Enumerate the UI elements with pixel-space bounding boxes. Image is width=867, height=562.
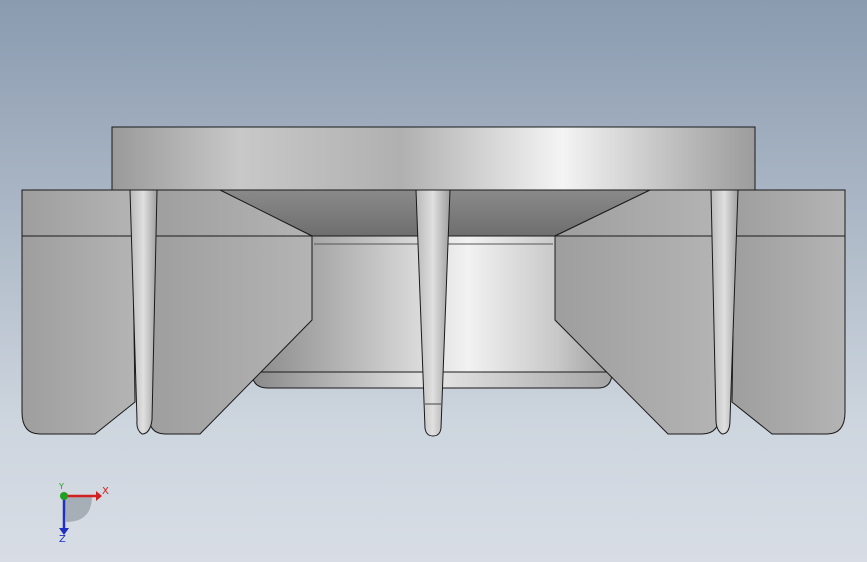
y-axis-icon [60, 492, 68, 500]
rib-center [415, 189, 451, 437]
blade-right-outer [731, 189, 846, 435]
blade-left-inner [147, 189, 313, 435]
triad-shading-icon [64, 496, 92, 522]
blade-right-inner [554, 189, 721, 435]
cad-part-front-view-icon[interactable] [0, 0, 867, 562]
x-axis-label: X [102, 486, 109, 497]
top-plate [111, 126, 756, 191]
blade-left-outer [21, 189, 136, 435]
graphics-viewport[interactable]: X Y Z [0, 0, 867, 562]
view-orientation-triad: X Y Z [40, 478, 120, 548]
y-axis-label: Y [59, 482, 64, 491]
z-axis-label: Z [59, 534, 66, 545]
